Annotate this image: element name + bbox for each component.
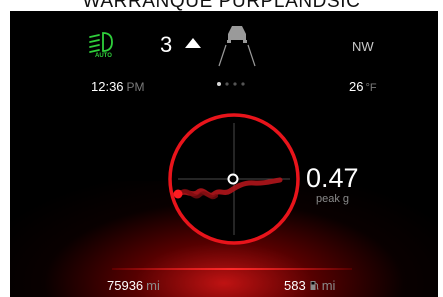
temperature-unit: °F bbox=[365, 82, 377, 94]
vehicle-lane-icon bbox=[218, 26, 256, 67]
range-unit: mi bbox=[321, 278, 336, 293]
headlight-icon bbox=[89, 32, 113, 53]
fuel-range: 583 mi bbox=[284, 278, 335, 293]
page-dot bbox=[241, 82, 245, 86]
compass-heading: NW bbox=[352, 39, 374, 54]
cluster-screen: AUTO 3 NW 12:36 PM 26 °F 0.47 peak g 75936… bbox=[10, 11, 438, 297]
upshift-arrow-icon bbox=[185, 38, 201, 48]
range-value: 583 bbox=[284, 278, 306, 293]
headlight-mode-label: AUTO bbox=[95, 53, 112, 59]
clock: 12:36 PM bbox=[91, 79, 145, 94]
odometer-value: 75936 bbox=[107, 278, 144, 293]
peak-g-value: 0.47 bbox=[306, 163, 359, 193]
page-dot bbox=[225, 82, 229, 86]
fuel-pump-icon bbox=[310, 281, 319, 290]
gear-indicator: 3 bbox=[160, 32, 173, 57]
page-indicator bbox=[217, 82, 245, 86]
temperature-value: 26 bbox=[349, 79, 364, 94]
peak-marker bbox=[173, 189, 183, 199]
odometer: 75936 mi bbox=[107, 278, 160, 293]
gforce-current-dot bbox=[227, 173, 239, 185]
gforce-meter bbox=[168, 113, 300, 245]
peak-g-label: peak g bbox=[316, 193, 350, 205]
page-dot bbox=[217, 82, 221, 86]
clock-time: 12:36 bbox=[91, 79, 124, 94]
outside-temperature: 26 °F bbox=[349, 79, 377, 94]
clock-period: PM bbox=[126, 80, 145, 94]
page-dot bbox=[233, 82, 237, 86]
odometer-unit: mi bbox=[146, 278, 160, 293]
